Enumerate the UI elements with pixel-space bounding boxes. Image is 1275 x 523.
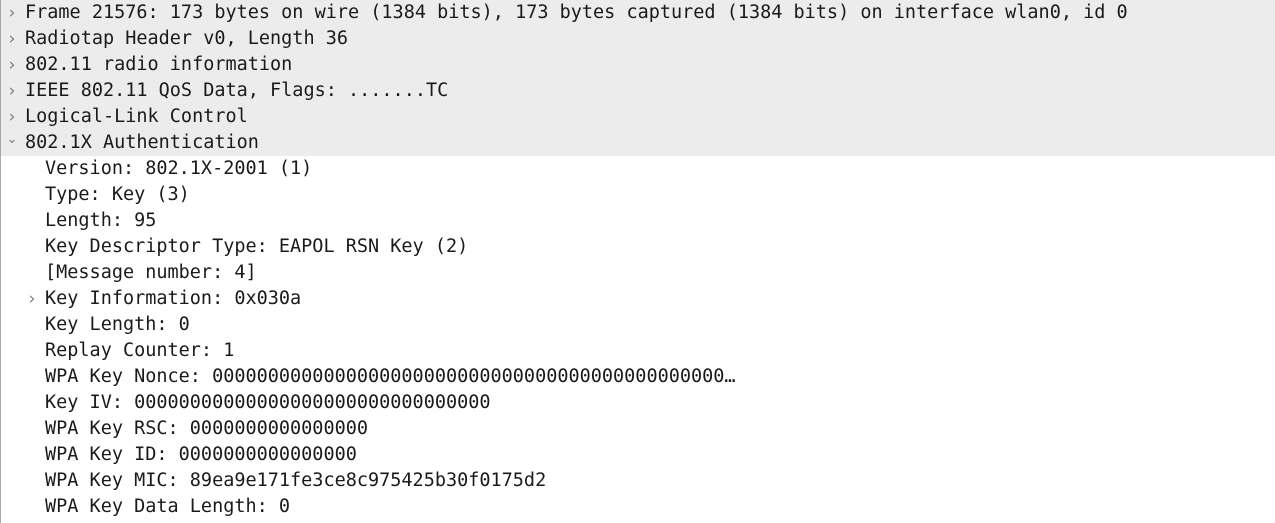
tree-row-message-number[interactable]: [Message number: 4] [1,260,1275,286]
chevron-right-icon[interactable] [25,286,39,312]
tree-row-logical-link-control[interactable]: Logical-Link Control [1,104,1275,130]
tree-row-version[interactable]: Version: 802.1X-2001 (1) [1,156,1275,182]
tree-row-type[interactable]: Type: Key (3) [1,182,1275,208]
tree-row-ieee-80211-qos-data[interactable]: IEEE 802.11 QoS Data, Flags: .......TC [1,78,1275,104]
tree-row-label: Frame 21576: 173 bytes on wire (1384 bit… [25,2,1128,23]
tree-row-radiotap-header[interactable]: Radiotap Header v0, Length 36 [1,26,1275,52]
tree-row-replay-counter[interactable]: Replay Counter: 1 [1,338,1275,364]
tree-row-key-length[interactable]: Key Length: 0 [1,312,1275,338]
chevron-right-icon[interactable] [5,0,19,26]
tree-row-label: Key Information: 0x030a [45,288,302,309]
tree-row-label: Logical-Link Control [25,106,248,127]
tree-row-wpa-key-nonce[interactable]: WPA Key Nonce: 0000000000000000000000000… [1,364,1275,390]
tree-row-label: Version: 802.1X-2001 (1) [45,158,313,179]
tree-row-label: Replay Counter: 1 [45,340,235,361]
chevron-right-icon[interactable] [5,78,19,104]
chevron-right-icon[interactable] [5,104,19,130]
tree-row-length[interactable]: Length: 95 [1,208,1275,234]
tree-row-label: Type: Key (3) [45,184,190,205]
tree-row-label: Radiotap Header v0, Length 36 [25,28,349,49]
chevron-down-icon[interactable] [5,130,19,156]
tree-row-key-descriptor-type[interactable]: Key Descriptor Type: EAPOL RSN Key (2) [1,234,1275,260]
tree-row-key-information[interactable]: Key Information: 0x030a [1,286,1275,312]
chevron-right-icon[interactable] [5,26,19,52]
tree-row-label: 802.11 radio information [25,54,293,75]
tree-row-frame[interactable]: Frame 21576: 173 bytes on wire (1384 bit… [1,0,1275,26]
tree-row-label: 802.1X Authentication [25,132,259,153]
packet-details-tree: Frame 21576: 173 bytes on wire (1384 bit… [0,0,1275,523]
tree-row-label: Length: 95 [45,210,157,231]
tree-row-wpa-key-data-length[interactable]: WPA Key Data Length: 0 [1,494,1275,520]
tree-row-label: Key Descriptor Type: EAPOL RSN Key (2) [45,236,469,257]
tree-row-label: Key Length: 0 [45,314,190,335]
tree-row-8021x-authentication[interactable]: 802.1X Authentication [1,130,1275,156]
tree-row-wpa-key-mic[interactable]: WPA Key MIC: 89ea9e171fe3ce8c975425b30f0… [1,468,1275,494]
tree-row-key-iv[interactable]: Key IV: 00000000000000000000000000000000 [1,390,1275,416]
tree-row-label: WPA Key ID: 0000000000000000 [45,444,357,465]
tree-row-label: IEEE 802.11 QoS Data, Flags: .......TC [25,80,449,101]
tree-row-label: Key IV: 00000000000000000000000000000000 [45,392,491,413]
tree-row-label: WPA Key MIC: 89ea9e171fe3ce8c975425b30f0… [45,470,547,491]
tree-row-label: [Message number: 4] [45,262,257,283]
chevron-right-icon[interactable] [5,52,19,78]
tree-row-label: WPA Key Data Length: 0 [45,496,291,517]
tree-row-wpa-key-id[interactable]: WPA Key ID: 0000000000000000 [1,442,1275,468]
tree-row-wpa-key-rsc[interactable]: WPA Key RSC: 0000000000000000 [1,416,1275,442]
tree-row-label: WPA Key RSC: 0000000000000000 [45,418,369,439]
tree-row-label: WPA Key Nonce: 0000000000000000000000000… [45,366,736,387]
tree-row-radio-information[interactable]: 802.11 radio information [1,52,1275,78]
